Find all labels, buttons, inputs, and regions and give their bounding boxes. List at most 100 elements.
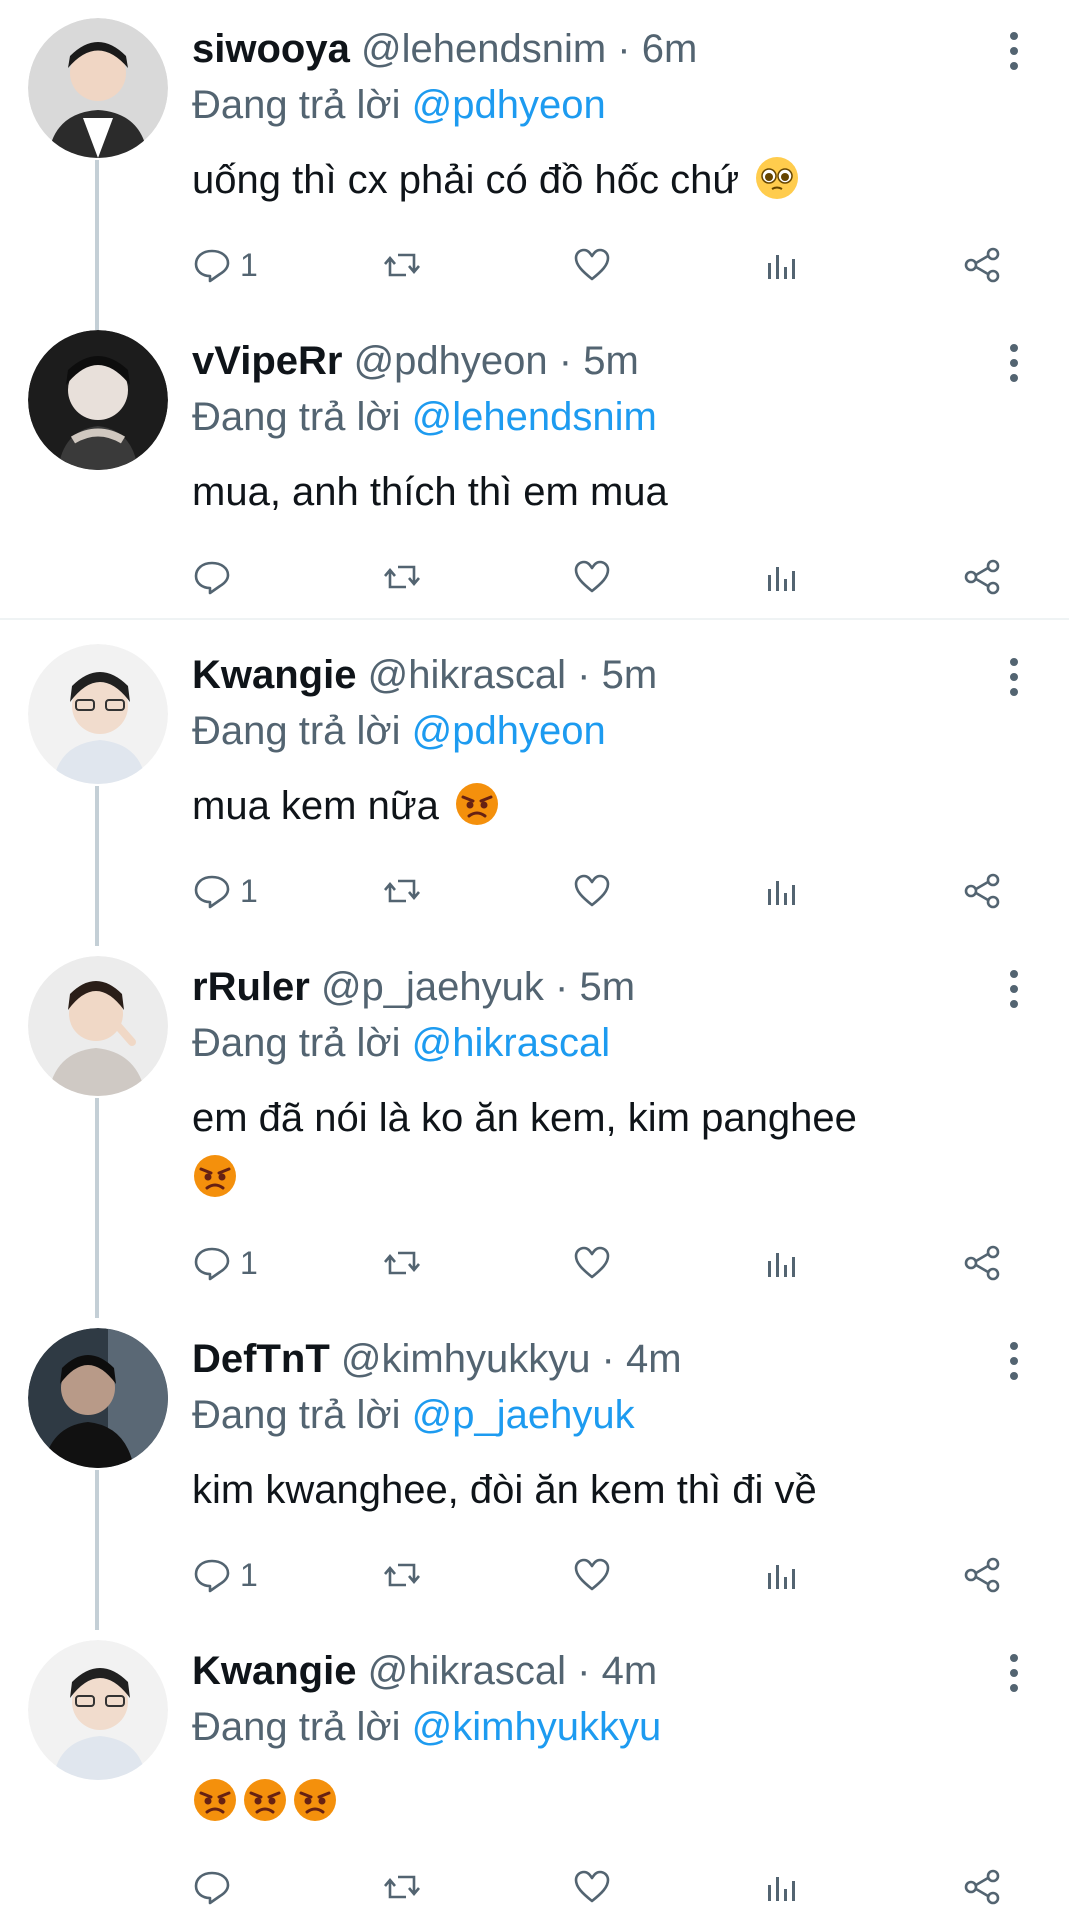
reply-button[interactable]: 1 bbox=[192, 866, 258, 916]
reply-icon bbox=[194, 249, 230, 283]
tweet[interactable]: DefTnT @kimhyukkyu · 4m Đang trả lời @p_… bbox=[0, 1310, 1069, 1630]
reply-button[interactable] bbox=[192, 1862, 240, 1912]
replying-to-handle[interactable]: @pdhyeon bbox=[412, 709, 606, 753]
share-button[interactable] bbox=[962, 866, 1002, 916]
avatar[interactable] bbox=[28, 956, 168, 1096]
retweet-button[interactable] bbox=[382, 866, 422, 916]
reply-icon bbox=[194, 875, 230, 909]
replying-to-handle[interactable]: @kimhyukkyu bbox=[412, 1705, 662, 1749]
thread-connector-line bbox=[95, 1098, 99, 1318]
analytics-button[interactable] bbox=[762, 1862, 802, 1912]
retweet-icon bbox=[384, 1563, 420, 1587]
thread-connector-line bbox=[95, 160, 99, 330]
retweet-button[interactable] bbox=[382, 1238, 422, 1288]
retweet-button[interactable] bbox=[382, 240, 422, 290]
reply-count: 1 bbox=[240, 1556, 258, 1593]
avatar[interactable] bbox=[28, 330, 168, 470]
more-options-icon[interactable] bbox=[999, 1336, 1029, 1386]
share-icon bbox=[964, 1557, 1000, 1593]
action-bar: 1 bbox=[192, 1238, 1012, 1288]
tweet-text-content: mua, anh thích thì em mua bbox=[192, 470, 668, 514]
avatar[interactable] bbox=[28, 644, 168, 784]
replying-to-handle[interactable]: @lehendsnim bbox=[412, 395, 657, 439]
analytics-button[interactable] bbox=[762, 1238, 802, 1288]
share-icon bbox=[964, 1869, 1000, 1905]
replying-to-handle[interactable]: @pdhyeon bbox=[412, 83, 606, 127]
analytics-button[interactable] bbox=[762, 866, 802, 916]
tweet-header: Kwangie @hikrascal · 5m bbox=[192, 650, 657, 700]
share-button[interactable] bbox=[962, 552, 1002, 602]
replying-to-handle[interactable]: @p_jaehyuk bbox=[412, 1393, 635, 1437]
display-name[interactable]: Kwangie bbox=[192, 1649, 356, 1693]
like-button[interactable] bbox=[572, 1550, 612, 1600]
analytics-icon bbox=[768, 1565, 795, 1589]
tweet-text: mua, anh thích thì em mua bbox=[192, 462, 1012, 522]
display-name[interactable]: Kwangie bbox=[192, 653, 356, 697]
reply-button[interactable]: 1 bbox=[192, 1550, 258, 1600]
tweet-text: mua kem nữa bbox=[192, 776, 1012, 836]
retweet-icon bbox=[384, 253, 420, 277]
retweet-icon bbox=[384, 1251, 420, 1275]
share-button[interactable] bbox=[962, 240, 1002, 290]
more-options-icon[interactable] bbox=[999, 1648, 1029, 1698]
more-options-icon[interactable] bbox=[999, 964, 1029, 1014]
avatar[interactable] bbox=[28, 1640, 168, 1780]
retweet-icon bbox=[384, 879, 420, 903]
analytics-button[interactable] bbox=[762, 552, 802, 602]
avatar[interactable] bbox=[28, 1328, 168, 1468]
like-button[interactable] bbox=[572, 866, 612, 916]
retweet-button[interactable] bbox=[382, 1862, 422, 1912]
like-button[interactable] bbox=[572, 1862, 612, 1912]
replying-to: Đang trả lời @p_jaehyuk bbox=[192, 1390, 635, 1440]
angry-face-emoji bbox=[192, 1153, 238, 1199]
replying-to: Đang trả lời @lehendsnim bbox=[192, 392, 657, 442]
action-bar: 1 bbox=[192, 1550, 1012, 1600]
replying-to-handle[interactable]: @hikrascal bbox=[412, 1021, 610, 1065]
like-button[interactable] bbox=[572, 1238, 612, 1288]
share-icon bbox=[964, 247, 1000, 283]
analytics-button[interactable] bbox=[762, 1550, 802, 1600]
more-options-icon[interactable] bbox=[999, 338, 1029, 388]
display-name[interactable]: rRuler bbox=[192, 965, 310, 1009]
display-name[interactable]: siwooya bbox=[192, 27, 350, 71]
tweet[interactable]: Kwangie @hikrascal · 5m Đang trả lời @pd… bbox=[0, 626, 1069, 946]
like-button[interactable] bbox=[572, 552, 612, 602]
replying-to-label: Đang trả lời bbox=[192, 395, 401, 439]
display-name[interactable]: vVipeRr bbox=[192, 339, 342, 383]
share-icon bbox=[964, 559, 1000, 595]
action-bar: 1 bbox=[192, 240, 1012, 290]
tweet[interactable]: vVipeRr @pdhyeon · 5m Đang trả lời @lehe… bbox=[0, 312, 1069, 618]
replying-to-label: Đang trả lời bbox=[192, 1021, 401, 1065]
angry-face-emoji bbox=[292, 1777, 338, 1823]
heart-icon bbox=[574, 560, 610, 593]
reply-button[interactable]: 1 bbox=[192, 240, 258, 290]
reply-button[interactable] bbox=[192, 552, 240, 602]
tweet-header: vVipeRr @pdhyeon · 5m bbox=[192, 336, 639, 386]
handle-and-time: @lehendsnim · 6m bbox=[360, 27, 698, 71]
reply-button[interactable]: 1 bbox=[192, 1238, 258, 1288]
handle-and-time: @hikrascal · 5m bbox=[367, 653, 658, 697]
display-name[interactable]: DefTnT bbox=[192, 1337, 330, 1381]
heart-icon bbox=[574, 248, 610, 281]
avatar[interactable] bbox=[28, 18, 168, 158]
tweet[interactable]: Kwangie @hikrascal · 4m Đang trả lời @ki… bbox=[0, 1622, 1069, 1920]
tweet-header: DefTnT @kimhyukkyu · 4m bbox=[192, 1334, 682, 1384]
tweet[interactable]: siwooya @lehendsnim · 6m Đang trả lời @p… bbox=[0, 0, 1069, 330]
share-button[interactable] bbox=[962, 1862, 1002, 1912]
retweet-button[interactable] bbox=[382, 1550, 422, 1600]
reply-count: 1 bbox=[240, 246, 258, 283]
retweet-button[interactable] bbox=[382, 552, 422, 602]
angry-face-emoji bbox=[242, 1777, 288, 1823]
more-options-icon[interactable] bbox=[999, 26, 1029, 76]
like-button[interactable] bbox=[572, 240, 612, 290]
share-button[interactable] bbox=[962, 1238, 1002, 1288]
tweet[interactable]: rRuler @p_jaehyuk · 5m Đang trả lời @hik… bbox=[0, 938, 1069, 1318]
heart-icon bbox=[574, 1558, 610, 1591]
replying-to-label: Đang trả lời bbox=[192, 1393, 401, 1437]
reply-icon bbox=[194, 1247, 230, 1281]
analytics-button[interactable] bbox=[762, 240, 802, 290]
more-options-icon[interactable] bbox=[999, 652, 1029, 702]
replying-to: Đang trả lời @hikrascal bbox=[192, 1018, 610, 1068]
angry-face-emoji bbox=[192, 1777, 238, 1823]
share-button[interactable] bbox=[962, 1550, 1002, 1600]
